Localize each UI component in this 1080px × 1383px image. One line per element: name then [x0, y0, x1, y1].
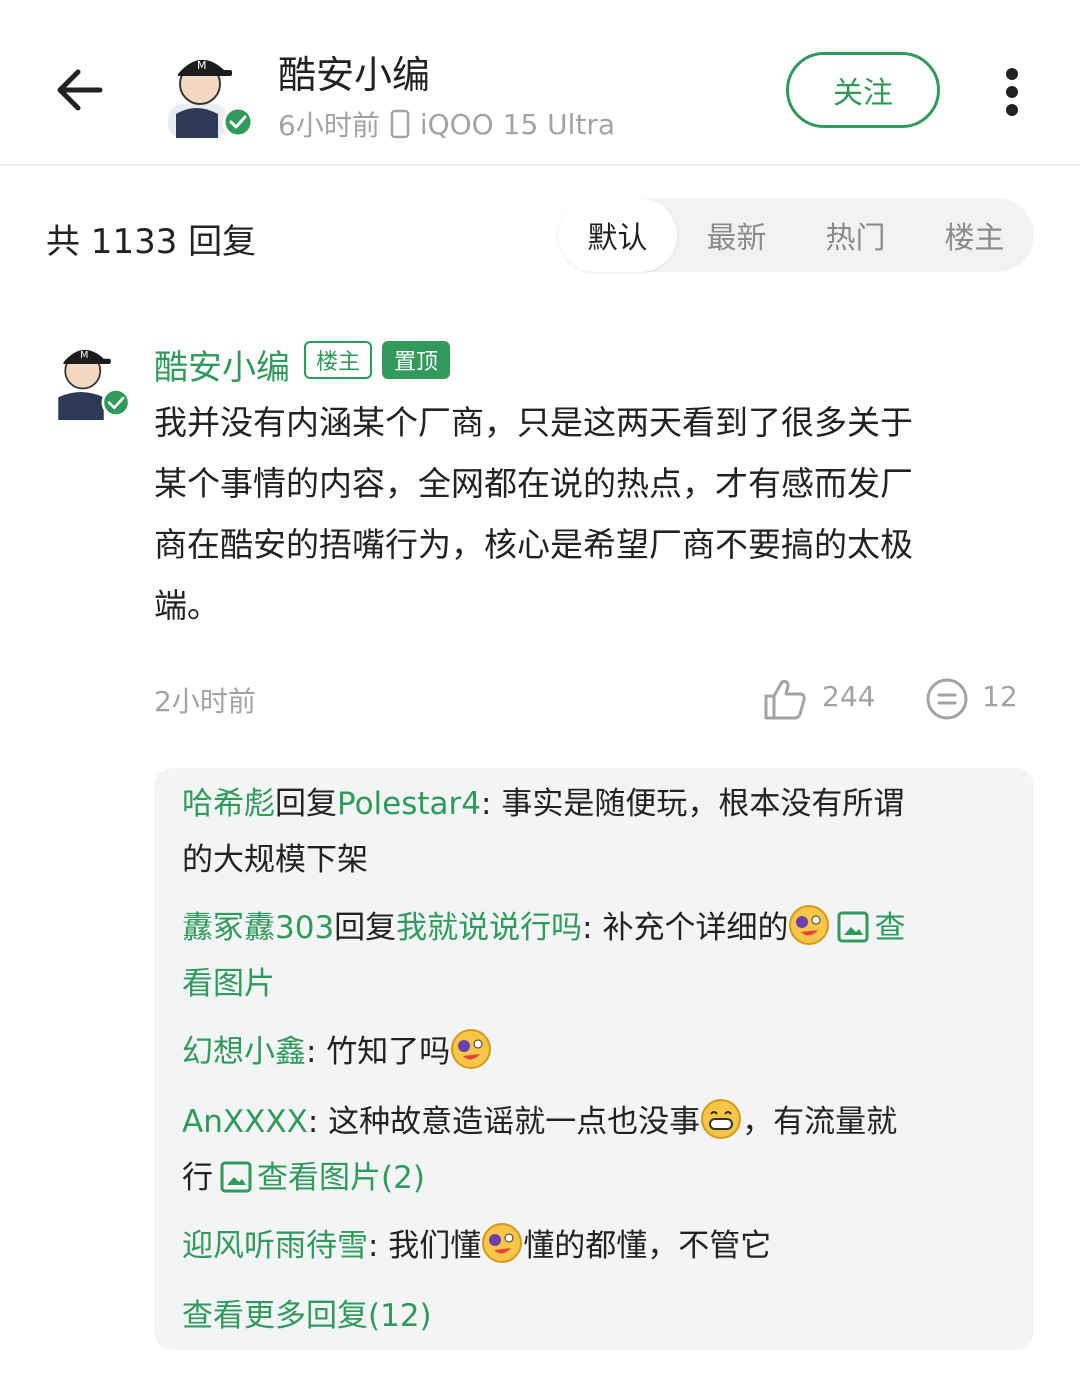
phone-icon [390, 109, 410, 139]
reply-count: 共 1133 回复 [46, 222, 257, 262]
reply-target[interactable]: 我就说说行吗 [396, 910, 582, 946]
view-image-link[interactable]: 查看图片(2) [257, 1160, 425, 1196]
reply-user[interactable]: 纛冢纛303 [182, 910, 334, 946]
grin-emoji-icon [701, 1099, 742, 1139]
reply-item[interactable]: AnXXXX: 这种故意造谣就一点也没事 ，有流量就 行 查看图片(2) [182, 1094, 1012, 1206]
more-replies-link[interactable]: 查看更多回复(12) [182, 1288, 432, 1344]
comment-line: 某个事情的内容，全网都在说的热点，才有感而发厂 [154, 464, 913, 503]
reply-user[interactable]: 哈希彪 [182, 786, 275, 822]
reply-item[interactable]: 纛冢纛303回复我就说说行吗: 补充个详细的 查 看图片 [182, 900, 1012, 1012]
svg-text:M: M [197, 59, 207, 72]
view-image-link[interactable]: 看图片 [182, 966, 275, 1002]
reply-text: 行 [182, 1160, 213, 1196]
post-meta: 6小时前 iQOO 15 Ultra [278, 104, 615, 144]
reply-text: 的大规模下架 [182, 842, 368, 878]
tab-owner[interactable]: 楼主 [915, 198, 1034, 272]
emoji-icon [482, 1223, 523, 1263]
reply-user[interactable]: 迎风听雨待雪 [182, 1228, 368, 1264]
more-vertical-icon[interactable] [996, 64, 1028, 120]
reply-target[interactable]: Polestar4 [337, 786, 481, 822]
comment-icon[interactable] [924, 676, 970, 722]
comment-line: 我并没有内涵某个厂商，只是这两天看到了很多关于 [154, 403, 913, 442]
reply-text: : 竹知了吗 [306, 1034, 451, 1070]
sort-tabs: 默认 最新 热门 楼主 [558, 198, 1034, 272]
emoji-icon [789, 905, 830, 945]
avatar[interactable]: M [156, 44, 252, 140]
image-icon [837, 911, 869, 943]
tab-latest[interactable]: 最新 [677, 198, 796, 272]
svg-text:M: M [80, 350, 88, 361]
comment-line: 端。 [154, 586, 220, 625]
image-icon [220, 1161, 252, 1193]
view-image-link[interactable]: 查 [874, 910, 905, 946]
reply-text: ，有流量就 [742, 1104, 898, 1140]
emoji-icon [451, 1029, 492, 1069]
pinned-badge: 置顶 [382, 341, 450, 379]
comment-avatar[interactable]: M [46, 336, 130, 420]
owner-badge: 楼主 [304, 341, 372, 379]
reply-user[interactable]: 幻想小鑫 [182, 1034, 306, 1070]
reply-item[interactable]: 幻想小鑫: 竹知了吗 [182, 1024, 1012, 1080]
follow-button[interactable]: 关注 [786, 52, 940, 128]
device-name: iQOO 15 Ultra [419, 107, 616, 141]
top-bar: M 酷安小编 6小时前 iQOO 15 Ultra 关注 [0, 0, 1080, 166]
page-title[interactable]: 酷安小编 [278, 44, 430, 99]
reply-text: 懂的都懂，不管它 [523, 1228, 772, 1264]
reply-text: : 我们懂 [368, 1228, 482, 1264]
thumb-up-icon[interactable] [762, 676, 808, 722]
reply-text: : 这种故意造谣就一点也没事 [307, 1104, 701, 1140]
comment-author[interactable]: 酷安小编 [154, 340, 290, 389]
reply-word: 回复 [275, 786, 337, 822]
reply-user[interactable]: AnXXXX [182, 1104, 308, 1140]
post-time: 6小时前 [278, 109, 380, 142]
tab-hot[interactable]: 热门 [796, 198, 915, 272]
comment-body[interactable]: 我并没有内涵某个厂商，只是这两天看到了很多关于 某个事情的内容，全网都在说的热点… [154, 392, 1034, 636]
reply-text: : 事实是随便玩，根本没有所谓 [481, 786, 905, 822]
back-arrow-icon[interactable] [52, 62, 108, 118]
reply-text: : 补充个详细的 [582, 910, 789, 946]
replies-panel: 哈希彪回复Polestar4: 事实是随便玩，根本没有所谓 的大规模下架 纛冢纛… [154, 768, 1034, 1350]
comment-line: 商在酷安的捂嘴行为，核心是希望厂商不要搞的太极 [154, 525, 913, 564]
comment-count: 12 [982, 680, 1018, 713]
reply-item[interactable]: 迎风听雨待雪: 我们懂 懂的都懂，不管它 [182, 1218, 1012, 1274]
reply-word: 回复 [334, 910, 397, 946]
tab-default[interactable]: 默认 [558, 198, 677, 272]
comment-time: 2小时前 [154, 685, 256, 718]
like-count: 244 [822, 680, 876, 713]
reply-item[interactable]: 哈希彪回复Polestar4: 事实是随便玩，根本没有所谓 的大规模下架 [182, 776, 1012, 888]
